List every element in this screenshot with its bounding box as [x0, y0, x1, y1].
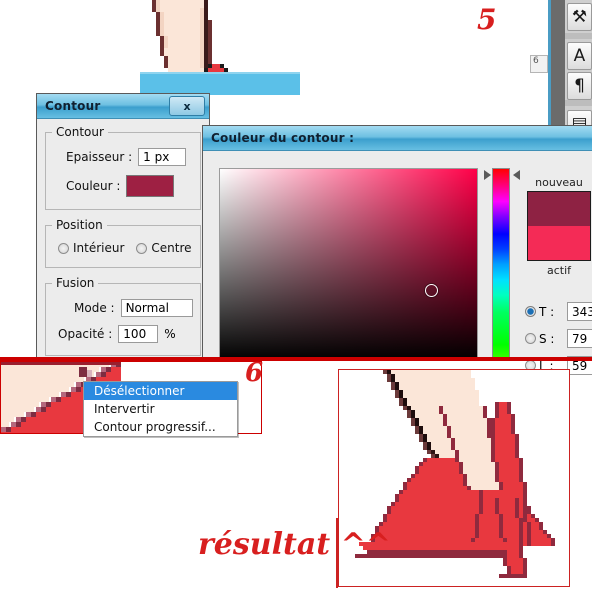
- color-preview-box[interactable]: [527, 191, 591, 261]
- radio-centre-label: Centre: [151, 241, 192, 255]
- hsl-row-hue: T : 343: [525, 302, 592, 321]
- group-contour-legend: Contour: [56, 125, 104, 139]
- hue-label: T :: [539, 304, 555, 319]
- group-contour: Contour Epaisseur : 1 px Couleur :: [45, 125, 201, 210]
- menu-item-intervertir[interactable]: Intervertir: [84, 400, 237, 418]
- saturation-input[interactable]: 79: [567, 329, 592, 348]
- mode-select[interactable]: Normal: [120, 299, 193, 317]
- group-fusion-legend: Fusion: [56, 276, 95, 290]
- resultat-annotation: résultat ^^: [198, 527, 391, 562]
- color-dialog-titlebar[interactable]: Couleur du contour :: [203, 126, 592, 151]
- group-position: Position Intérieur Centre: [45, 218, 201, 268]
- color-dialog-body: nouveau actif T : 343 S : 79 L : 59: [203, 151, 592, 375]
- color-dialog-title: Couleur du contour :: [211, 131, 355, 145]
- opacite-label: Opacité :: [58, 327, 113, 341]
- saturation-label: S :: [539, 331, 555, 346]
- contour-dialog: Contour x Contour Epaisseur : 1 px Coule…: [36, 93, 210, 360]
- context-menu: Désélectionner Intervertir Contour progr…: [83, 381, 238, 437]
- contour-dialog-body: Contour Epaisseur : 1 px Couleur : Posit…: [37, 119, 209, 370]
- saturation-value-field[interactable]: [219, 168, 478, 361]
- hue-slider[interactable]: [492, 168, 510, 361]
- step-marker-6: 6: [245, 358, 264, 388]
- step-marker-5: 5: [477, 3, 497, 36]
- paragraph-tool-button[interactable]: ¶: [567, 72, 592, 100]
- preview-new-label: nouveau: [535, 176, 583, 189]
- group-position-legend: Position: [56, 218, 103, 232]
- sv-gradient: [220, 169, 477, 360]
- row-mode: Mode : Normal: [74, 299, 194, 317]
- sv-cursor-icon[interactable]: [425, 284, 438, 297]
- clone-stamp-tool-button[interactable]: ⚒: [567, 3, 592, 31]
- row-couleur: Couleur :: [66, 175, 194, 197]
- menu-item-deselectionner[interactable]: Désélectionner: [84, 382, 237, 400]
- contour-dialog-titlebar[interactable]: Contour x: [37, 94, 209, 119]
- annotation-divider: [336, 518, 338, 588]
- radio-saturation[interactable]: [525, 333, 536, 344]
- text-tool-icon: A: [573, 46, 586, 66]
- group-fusion: Fusion Mode : Normal Opacité : 100 %: [45, 276, 201, 356]
- couleur-swatch[interactable]: [126, 175, 175, 197]
- tool-option-field[interactable]: 6: [530, 55, 548, 73]
- row-epaisseur: Epaisseur : 1 px: [66, 148, 194, 166]
- preview-current-label: actif: [546, 264, 572, 277]
- radio-interieur[interactable]: [58, 242, 69, 254]
- color-picker-dialog: Couleur du contour : nouveau actif T : 3…: [202, 125, 592, 375]
- opacite-input[interactable]: 100: [118, 325, 159, 343]
- epaisseur-input[interactable]: 1 px: [138, 148, 187, 166]
- position-options: Intérieur Centre: [58, 241, 194, 255]
- couleur-label: Couleur :: [66, 179, 121, 193]
- preview-current-swatch[interactable]: [528, 226, 590, 260]
- radio-centre[interactable]: [136, 242, 148, 254]
- paragraph-icon: ¶: [574, 76, 585, 96]
- opacite-unit: %: [164, 327, 176, 341]
- hsl-row-saturation: S : 79: [525, 329, 592, 348]
- mode-label: Mode :: [74, 301, 115, 315]
- preview-new-swatch[interactable]: [528, 192, 590, 226]
- panel-rail-gray: [551, 0, 565, 132]
- source-photo-leg: [140, 0, 300, 95]
- radio-interieur-label: Intérieur: [73, 241, 125, 255]
- close-icon[interactable]: x: [169, 96, 205, 116]
- radio-hue[interactable]: [525, 306, 536, 317]
- toolbar-separator-2: [565, 100, 592, 106]
- menu-item-contour-progressif[interactable]: Contour progressif...: [84, 418, 237, 436]
- text-tool-button[interactable]: A: [567, 42, 592, 70]
- hue-input[interactable]: 343: [567, 302, 592, 321]
- clone-stamp-icon: ⚒: [571, 7, 588, 27]
- toolbar-separator: [565, 33, 592, 39]
- contour-dialog-title: Contour: [45, 99, 101, 113]
- row-opacite: Opacité : 100 %: [58, 325, 194, 343]
- hue-marker-left-icon: [484, 170, 491, 180]
- hue-marker-right-icon: [513, 170, 520, 180]
- epaisseur-label: Epaisseur :: [66, 150, 133, 164]
